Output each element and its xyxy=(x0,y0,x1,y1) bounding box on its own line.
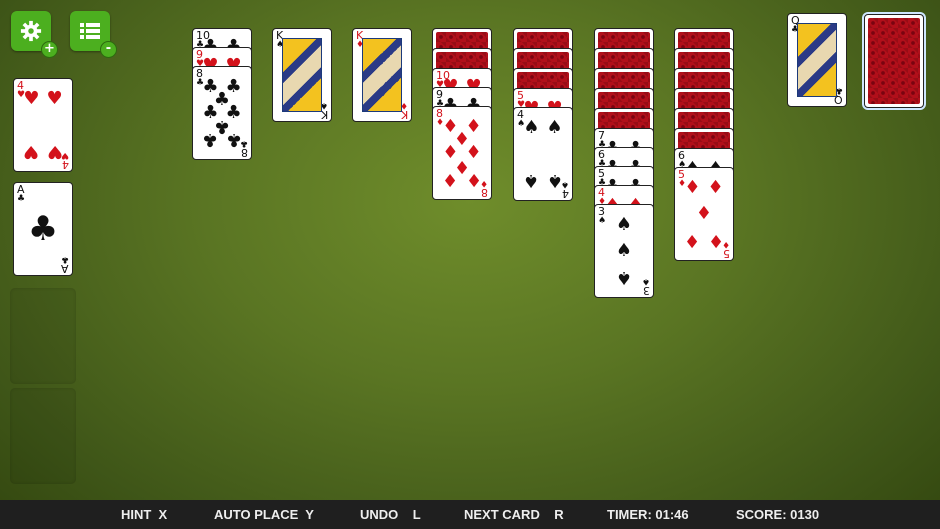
status-bar: HINT X AUTO PLACE Y UNDO L NEXT CARD R T… xyxy=(0,500,940,529)
tableau-card[interactable]: 4 ♠ 4 ♠ ♠ ♠ ♠ ♠ xyxy=(513,107,573,201)
tableau-card[interactable]: K ♠ K ♠ xyxy=(272,28,332,122)
waste-card[interactable]: Q ♣ Q ♣ xyxy=(787,13,847,107)
card-suit-bottom: ♣ xyxy=(60,254,69,264)
menu-button[interactable]: - xyxy=(70,11,117,58)
card-face-art xyxy=(797,23,837,97)
auto-place-control[interactable]: AUTO PLACE Y xyxy=(214,500,314,529)
card-pip: ♦ xyxy=(684,229,701,251)
card-pip: ♣ xyxy=(225,128,242,150)
card-face-art xyxy=(282,38,322,112)
hint-control[interactable]: HINT X xyxy=(121,500,167,529)
foundation-slot-3[interactable] xyxy=(10,288,76,384)
card-pip: ♦ xyxy=(695,203,713,224)
card-pip: ♠ xyxy=(546,117,563,139)
timer-display: TIMER: 01:46 xyxy=(607,507,689,522)
card-pip: ♠ xyxy=(523,169,540,191)
tableau-card[interactable]: 3 ♠ 3 ♠ ♠ ♠ ♠ xyxy=(594,204,654,298)
tableau-card[interactable]: 5 ♦ 5 ♦ ♦ ♦ ♦ ♦ ♦ xyxy=(674,167,734,261)
card-pip: ♥ xyxy=(46,88,63,110)
list-icon xyxy=(80,23,100,39)
card-pip: ♦ xyxy=(442,168,459,190)
card-pip: ♣ xyxy=(202,128,219,150)
card-rank-bottom: A xyxy=(61,262,69,275)
card-face-art xyxy=(362,38,402,112)
card-pip: ♣ xyxy=(27,209,59,249)
card-pip: ♦ xyxy=(707,177,724,199)
card-pip: ♥ xyxy=(23,140,40,162)
card-pip: ♥ xyxy=(46,140,63,162)
card-pip: ♠ xyxy=(523,117,540,139)
next-card-control[interactable]: NEXT CARD R xyxy=(464,500,564,529)
card-pip: ♦ xyxy=(684,177,701,199)
gear-icon xyxy=(20,20,42,42)
card-pip: ♦ xyxy=(707,229,724,251)
stock-pile[interactable] xyxy=(864,14,924,108)
card-suit: ♠ xyxy=(598,216,607,226)
card-pip: ♥ xyxy=(23,88,40,110)
foundation-card-2[interactable]: A ♣ A ♣ ♣ xyxy=(13,182,73,276)
foundation-slot-4[interactable] xyxy=(10,388,76,484)
plus-badge: + xyxy=(41,41,58,58)
minus-badge: - xyxy=(100,41,117,58)
undo-control[interactable]: UNDO L xyxy=(360,500,421,529)
card-pip: ♠ xyxy=(615,214,633,236)
card-suit: ♣ xyxy=(17,194,26,204)
tableau-card[interactable]: 8 ♦ 8 ♦ ♦ ♦ ♦ ♦ ♦ ♦ ♦ ♦ xyxy=(432,106,492,200)
card-pip: ♠ xyxy=(615,240,633,261)
card-pip: ♠ xyxy=(615,266,633,288)
card-rank-bottom: 3 xyxy=(643,284,650,297)
foundation-card-1[interactable]: 4 ♥ 4 ♥ ♥ ♥ ♥ ♥ xyxy=(13,78,73,172)
tableau-card[interactable]: K ♦ K ♦ xyxy=(352,28,412,122)
card-suit-bottom: ♠ xyxy=(641,276,650,286)
card-pip: ♠ xyxy=(546,169,563,191)
card-pip: ♦ xyxy=(465,168,482,190)
settings-button[interactable]: + xyxy=(11,11,58,58)
tableau-card[interactable]: 8 ♣ 8 ♣ ♣ ♣ ♣ ♣ ♣ ♣ ♣ ♣ xyxy=(192,66,252,160)
score-display: SCORE: 0130 xyxy=(736,507,820,522)
